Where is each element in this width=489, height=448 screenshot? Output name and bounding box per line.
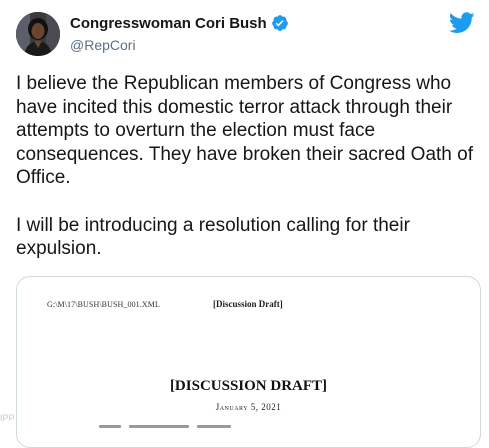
handle[interactable]: @RepCori: [70, 37, 289, 53]
tweet-text: I believe the Republican members of Cong…: [16, 73, 473, 260]
display-name[interactable]: Congresswoman Cori Bush: [70, 15, 267, 32]
document-file-path: G:\M\17\BUSH\BUSH_001.XML: [47, 300, 160, 309]
document-title: [DISCUSSION DRAFT]: [169, 378, 328, 394]
document-draft-label: [Discussion Draft]: [213, 299, 283, 309]
twitter-bird-icon[interactable]: [448, 12, 475, 34]
attached-document-image[interactable]: G:\M\17\BUSH\BUSH_001.XML [Discussion Dr…: [16, 276, 481, 448]
tweet-author[interactable]: Congresswoman Cori Bush @RepCori: [70, 14, 289, 53]
document-text-line: [197, 425, 231, 428]
name-row: Congresswoman Cori Bush: [70, 14, 289, 32]
watermark: IPP: [0, 413, 15, 423]
avatar-image: [16, 12, 60, 56]
document-text-line: [99, 425, 121, 428]
document-text-line: [129, 425, 189, 428]
avatar[interactable]: [16, 12, 60, 56]
verified-badge-icon: [271, 14, 289, 32]
document-date: January 5, 2021: [215, 402, 282, 412]
tweet-card: Congresswoman Cori Bush @RepCori I belie…: [0, 0, 489, 448]
